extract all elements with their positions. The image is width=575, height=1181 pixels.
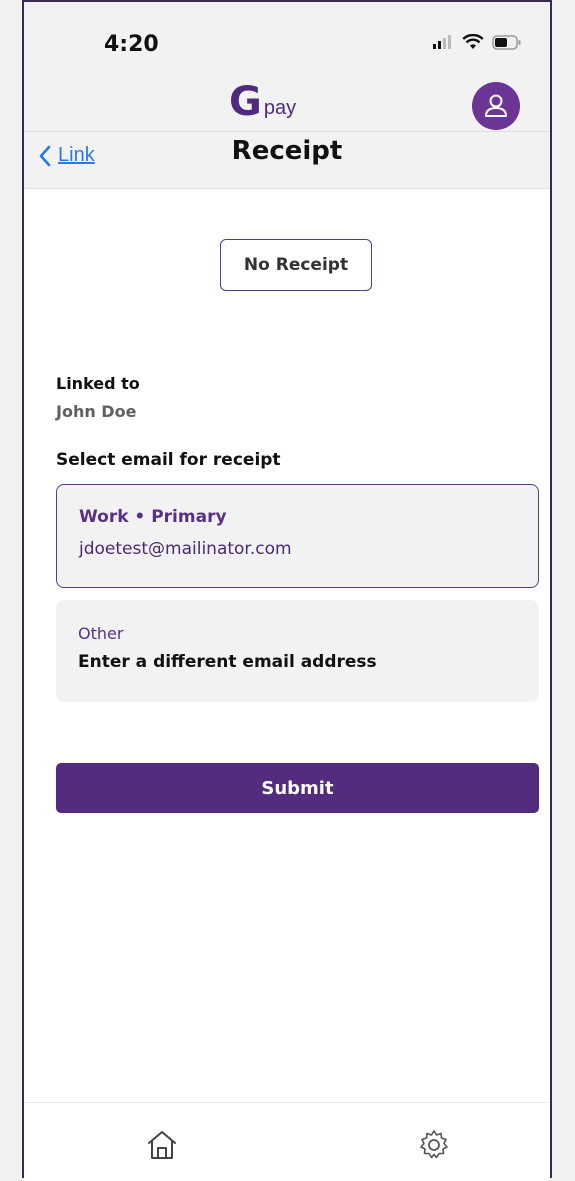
select-email-label: Select email for receipt bbox=[56, 450, 281, 470]
linked-name: John Doe bbox=[56, 402, 137, 421]
gear-icon bbox=[420, 1130, 448, 1159]
no-receipt-button[interactable]: No Receipt bbox=[220, 239, 372, 291]
page-title: Receipt bbox=[231, 136, 343, 166]
logo-mark: G bbox=[229, 79, 262, 125]
home-icon bbox=[148, 1131, 176, 1159]
email-option-other-text: Enter a different email address bbox=[78, 652, 377, 672]
profile-avatar-button[interactable] bbox=[472, 82, 520, 130]
wifi-icon bbox=[462, 34, 484, 49]
header: 4:20 G pay Link Receipt bbox=[24, 2, 550, 189]
header-divider bbox=[24, 131, 550, 132]
tab-home[interactable] bbox=[142, 1125, 182, 1165]
status-icons bbox=[432, 34, 522, 50]
email-option-other-label: Other bbox=[78, 624, 124, 643]
user-icon bbox=[485, 94, 507, 117]
email-option-other[interactable]: Other Enter a different email address bbox=[56, 600, 539, 702]
tab-bar bbox=[24, 1102, 550, 1181]
email-option-address: jdoetest@mailinator.com bbox=[79, 539, 292, 559]
email-option-primary[interactable]: Work • Primary jdoetest@mailinator.com bbox=[56, 484, 539, 588]
email-option-title: Work • Primary bbox=[79, 507, 227, 527]
gpay-logo: G pay bbox=[229, 82, 296, 122]
battery-icon bbox=[492, 34, 521, 50]
tab-settings[interactable] bbox=[414, 1125, 454, 1165]
phone-screen: 4:20 G pay Link Receipt No Receipt Linke… bbox=[22, 0, 552, 1181]
linked-to-label: Linked to bbox=[56, 374, 140, 393]
cellular-signal-icon bbox=[433, 35, 451, 49]
status-time: 4:20 bbox=[104, 32, 159, 57]
logo-text: pay bbox=[263, 97, 297, 119]
submit-button[interactable]: Submit bbox=[56, 763, 539, 813]
